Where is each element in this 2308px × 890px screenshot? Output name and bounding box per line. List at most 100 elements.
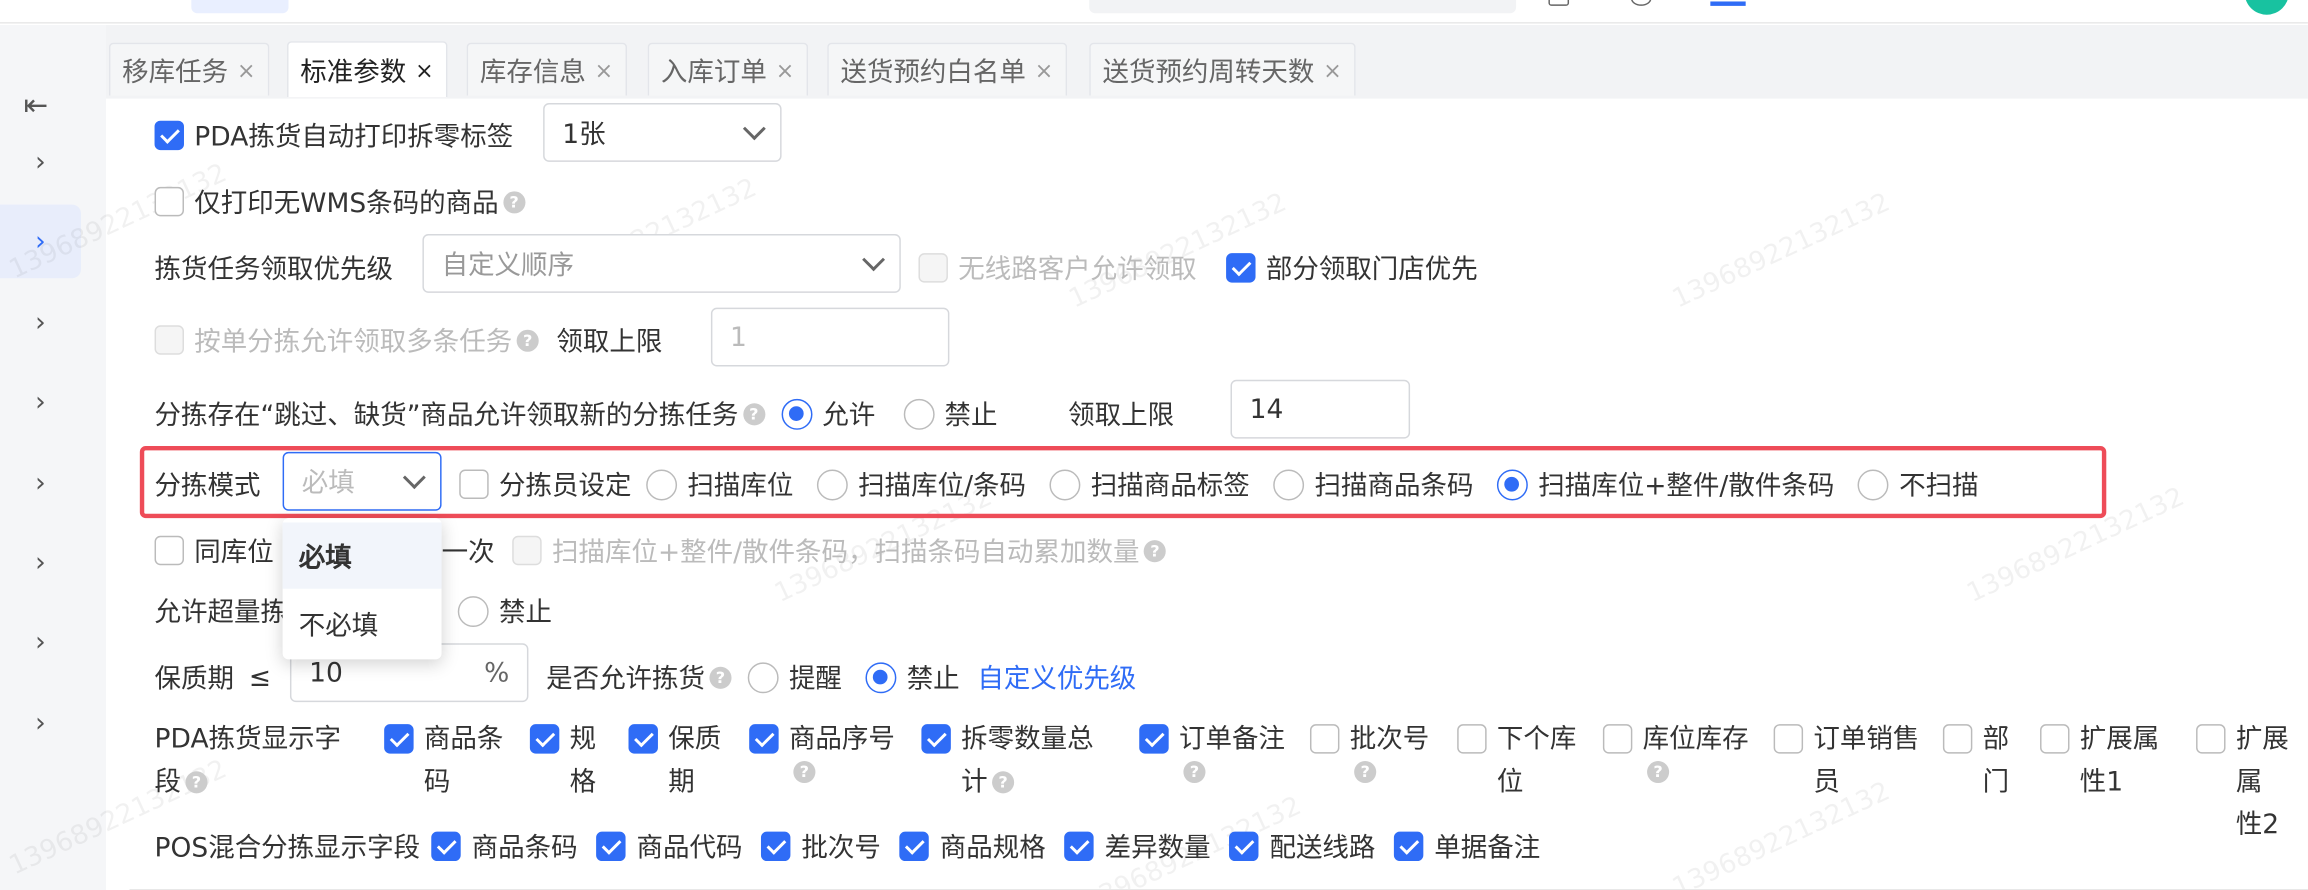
app-window: ⇤ › › › › › › › › 移库任务 × 标准参数 × 库存信息 × 入库订单… xyxy=(0,0,2308,890)
help-icon[interactable]: ? xyxy=(503,190,526,213)
pda-field-checkbox[interactable] xyxy=(1942,724,1973,754)
help-icon[interactable]: ? xyxy=(1647,760,1670,784)
multi-task-limit-value: 1 xyxy=(730,321,747,353)
tab-move-task[interactable]: 移库任务 × xyxy=(108,42,269,96)
help-icon[interactable]: ? xyxy=(516,328,539,352)
chevron-right-icon[interactable]: › xyxy=(0,605,81,679)
scan-location-barcode-radio[interactable] xyxy=(816,468,848,500)
pos-field-checkbox[interactable] xyxy=(899,831,930,862)
dropdown-option-not-required[interactable]: 不必填 xyxy=(283,589,442,658)
pos-field-checkbox[interactable] xyxy=(761,831,792,862)
skip-forbid-radio[interactable] xyxy=(903,398,935,430)
close-icon[interactable]: × xyxy=(237,57,256,83)
scan-product-barcode-radio[interactable] xyxy=(1273,468,1305,500)
help-icon[interactable]: ? xyxy=(1143,539,1166,562)
pos-field-checkbox[interactable] xyxy=(431,831,462,862)
print-no-wms-checkbox[interactable] xyxy=(154,186,184,217)
help-icon[interactable]: ? xyxy=(709,666,732,689)
allow-pick-label: 是否允许拣货 xyxy=(546,663,706,695)
pda-field-checkbox[interactable] xyxy=(529,724,560,754)
tab-inbound-order[interactable]: 入库订单 × xyxy=(647,42,808,96)
pda-field-item: 订单销售员 xyxy=(1773,718,1919,803)
settings-icon[interactable] xyxy=(1630,0,1652,6)
close-icon[interactable]: × xyxy=(415,57,434,83)
tab-label: 送货预约白名单 xyxy=(840,56,1026,88)
auto-accumulate-checkbox[interactable] xyxy=(512,535,542,566)
tab-inventory-info[interactable]: 库存信息 × xyxy=(466,42,627,96)
pda-field-checkbox[interactable] xyxy=(1139,724,1169,754)
help-icon[interactable]: ? xyxy=(793,760,816,784)
over-pick-forbid-radio[interactable] xyxy=(457,595,489,627)
pda-field-checkbox[interactable] xyxy=(2040,724,2070,754)
tab-delivery-whitelist[interactable]: 送货预约白名单 × xyxy=(827,42,1067,96)
chevron-right-icon[interactable]: › xyxy=(0,125,81,199)
help-icon[interactable]: ? xyxy=(1354,760,1377,784)
partial-store-checkbox[interactable] xyxy=(1226,253,1256,283)
dropdown-option-required[interactable]: 必填 xyxy=(282,522,442,589)
multi-task-limit-input[interactable]: 1 xyxy=(710,307,950,367)
scan-product-label-radio[interactable] xyxy=(1049,468,1081,500)
tab-delivery-turnover[interactable]: 送货预约周转天数 × xyxy=(1089,42,1355,96)
help-icon[interactable]: ? xyxy=(992,771,1015,794)
pda-field-checkbox[interactable] xyxy=(1773,724,1804,754)
pda-field-checkbox[interactable] xyxy=(749,724,779,754)
help-icon[interactable]: ? xyxy=(742,402,765,425)
pda-field-item: 保质期 xyxy=(628,718,721,803)
pda-auto-print-checkbox[interactable] xyxy=(154,120,184,151)
pos-field-checkbox[interactable] xyxy=(1394,831,1424,862)
sorter-setting-checkbox[interactable] xyxy=(459,469,489,499)
close-icon[interactable]: × xyxy=(776,57,795,83)
sort-mode-required-select[interactable]: 必填 xyxy=(282,451,442,511)
pda-field-item: 批次号? xyxy=(1309,718,1429,784)
forbid-radio[interactable] xyxy=(865,661,897,693)
pda-field-checkbox[interactable] xyxy=(628,724,658,754)
pos-field-checkbox[interactable] xyxy=(1229,831,1260,862)
pda-field-label: 拆零数量总计? xyxy=(961,724,1094,798)
skip-forbid-label: 禁止 xyxy=(944,400,998,432)
multi-task-checkbox[interactable] xyxy=(154,325,184,355)
no-scan-radio[interactable] xyxy=(1857,468,1889,500)
chevron-right-icon[interactable]: › xyxy=(0,365,81,439)
pda-field-checkbox[interactable] xyxy=(384,724,414,754)
tab-label: 库存信息 xyxy=(479,56,586,88)
pda-field-checkbox[interactable] xyxy=(1602,724,1633,754)
priority-select[interactable]: 自定义顺序 xyxy=(422,234,901,293)
close-icon[interactable]: × xyxy=(1323,57,1342,83)
pda-field-checkbox[interactable] xyxy=(921,724,951,754)
document-icon[interactable] xyxy=(1548,0,1570,6)
close-icon[interactable]: × xyxy=(595,57,614,83)
chevron-right-icon[interactable]: › xyxy=(0,525,81,599)
option-label: 扫描库位/条码 xyxy=(858,471,1027,502)
pda-field-checkbox[interactable] xyxy=(1309,724,1340,754)
chevron-right-icon[interactable]: › xyxy=(0,286,81,360)
pda-field-checkbox[interactable] xyxy=(1457,724,1487,754)
pda-field-label: 部门 xyxy=(1982,724,2010,798)
same-location-checkbox[interactable] xyxy=(154,535,184,566)
skip-limit-input[interactable]: 14 xyxy=(1230,379,1411,439)
pda-field-item: 商品条码 xyxy=(384,718,503,803)
multi-task-row: 按单分拣允许领取多条任务 ? 领取上限 xyxy=(154,321,662,359)
custom-priority-link[interactable]: 自定义优先级 xyxy=(977,658,1136,696)
scan-location-whole-loose-radio[interactable] xyxy=(1497,468,1528,500)
top-search-input[interactable] xyxy=(1089,0,1517,14)
remind-label: 提醒 xyxy=(788,663,842,695)
scan-location-radio[interactable] xyxy=(646,468,678,500)
tab-standard-params[interactable]: 标准参数 × xyxy=(287,41,447,98)
pos-field-checkbox[interactable] xyxy=(596,831,627,862)
notification-icon[interactable] xyxy=(1710,0,1746,6)
help-icon[interactable]: ? xyxy=(1183,760,1206,784)
collapse-left-icon[interactable]: ⇤ xyxy=(24,87,49,122)
chevron-right-icon[interactable]: › xyxy=(0,446,81,520)
wireless-checkbox[interactable] xyxy=(918,253,948,283)
close-icon[interactable]: × xyxy=(1035,57,1054,83)
top-nav-pill[interactable] xyxy=(191,0,289,14)
help-icon[interactable]: ? xyxy=(185,771,208,794)
avatar[interactable] xyxy=(2244,0,2289,15)
pos-field-checkbox[interactable] xyxy=(1064,831,1095,862)
remind-radio[interactable] xyxy=(747,661,779,693)
label-line: PDA拣货显示字 xyxy=(154,724,342,756)
pda-field-checkbox[interactable] xyxy=(2196,724,2226,754)
print-no-wms-label: 仅打印无WMS条码的商品 xyxy=(194,188,499,220)
skip-allow-radio[interactable] xyxy=(781,398,812,430)
print-count-select[interactable]: 1张 xyxy=(543,103,782,162)
